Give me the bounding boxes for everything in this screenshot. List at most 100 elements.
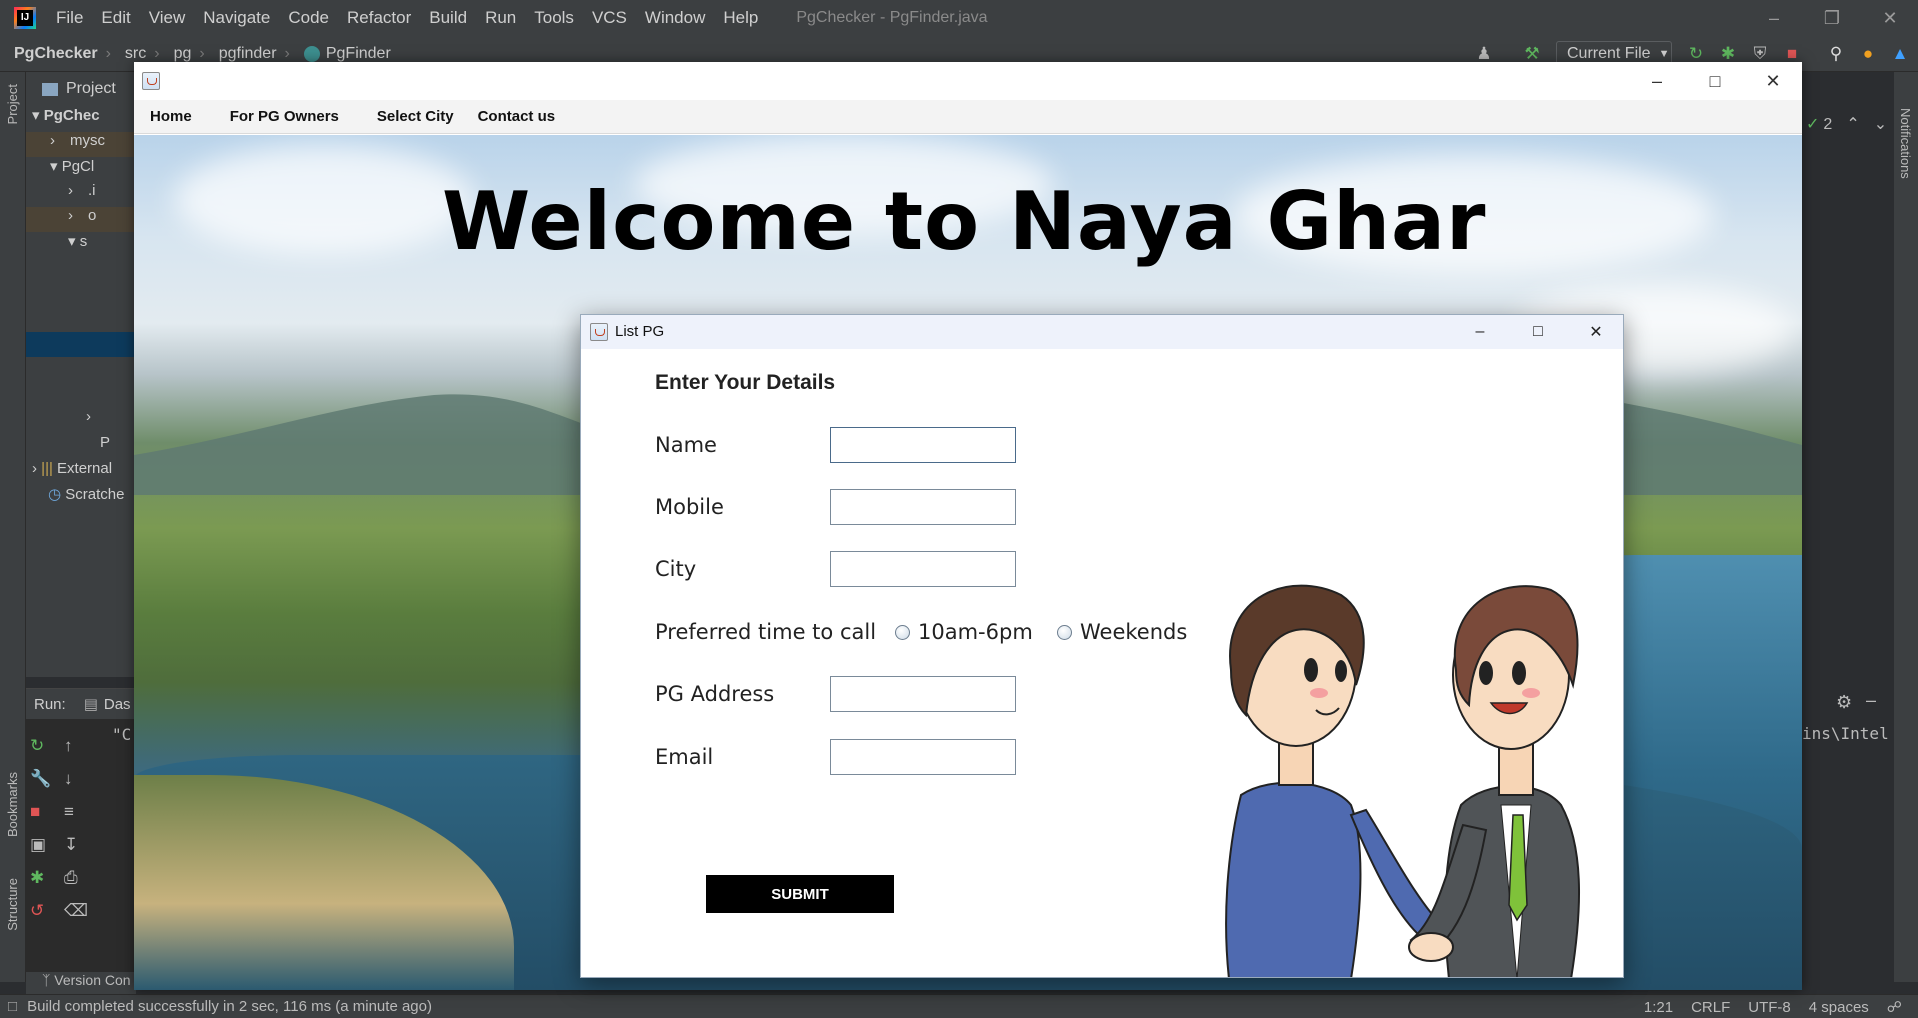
app-menu-home[interactable]: Home — [150, 108, 192, 125]
hammer-icon[interactable]: ⚒ — [1522, 44, 1542, 64]
debug-icon[interactable]: ✱ — [1718, 44, 1738, 64]
project-panel-title[interactable]: Project — [66, 80, 116, 98]
rerun-icon[interactable]: ↻ — [30, 729, 56, 762]
menu-tools[interactable]: Tools — [534, 8, 574, 28]
indent-setting[interactable]: 4 spaces — [1809, 999, 1869, 1016]
app-minimize-button[interactable]: – — [1628, 62, 1686, 100]
menu-edit[interactable]: Edit — [101, 8, 130, 28]
notifications-tool-tab[interactable]: Notifications — [1898, 108, 1913, 179]
bookmarks-tool-tab[interactable]: Bookmarks — [5, 772, 20, 837]
intellij-logo-icon — [14, 7, 36, 29]
lock-icon[interactable]: ☍ — [1887, 998, 1902, 1016]
tree-item[interactable]: ▾ PgCl — [26, 157, 136, 182]
ide-restore-button[interactable]: ❐ — [1802, 0, 1862, 36]
tree-item-label: mysc — [70, 132, 105, 149]
tree-item[interactable]: › .i — [26, 182, 136, 207]
dialog-minimize-button[interactable]: – — [1451, 315, 1509, 349]
menu-vcs[interactable]: VCS — [592, 8, 627, 28]
menu-refactor[interactable]: Refactor — [347, 8, 411, 28]
run-tab[interactable]: Das — [104, 696, 131, 713]
search-icon[interactable]: ⚲ — [1826, 44, 1846, 64]
exit-icon[interactable]: ↺ — [30, 894, 56, 927]
project-tool-tab[interactable]: Project — [5, 84, 20, 124]
status-square-icon[interactable]: □ — [8, 998, 17, 1015]
menu-navigate[interactable]: Navigate — [203, 8, 270, 28]
menu-window[interactable]: Window — [645, 8, 705, 28]
chevron-down-icon[interactable]: ⌄ — [1874, 116, 1887, 133]
gear-icon[interactable]: ⚙ — [1836, 692, 1852, 713]
arrow-down-icon[interactable]: ↓ — [64, 762, 90, 795]
java-icon — [142, 72, 160, 90]
project-panel-header: Project — [26, 72, 136, 106]
city-input[interactable] — [830, 551, 1016, 587]
tree-item-label: PgCl — [61, 158, 95, 175]
tree-item[interactable]: › — [26, 408, 136, 433]
structure-tool-tab[interactable]: Structure — [5, 878, 20, 931]
line-separator[interactable]: CRLF — [1691, 999, 1730, 1016]
breadcrumb-pg[interactable]: pg — [174, 45, 192, 63]
mobile-input[interactable] — [830, 489, 1016, 525]
app-menu-for-pg-owners[interactable]: For PG Owners — [230, 108, 339, 125]
update-icon[interactable]: ● — [1858, 44, 1878, 64]
stop-icon[interactable]: ■ — [1782, 44, 1802, 64]
menu-file[interactable]: File — [56, 8, 83, 28]
menu-build[interactable]: Build — [429, 8, 467, 28]
tree-item-selected[interactable] — [26, 332, 136, 357]
breadcrumb-src[interactable]: src — [125, 45, 146, 63]
coverage-icon[interactable]: ⛨ — [1750, 44, 1770, 64]
arrow-up-icon[interactable]: ↑ — [64, 729, 90, 762]
ide-menubar: File Edit View Navigate Code Refactor Bu… — [0, 0, 1918, 36]
minimize-panel-icon[interactable]: – — [1866, 690, 1876, 711]
submit-button[interactable]: SUBMIT — [706, 875, 894, 913]
ide-close-button[interactable]: ✕ — [1860, 0, 1918, 36]
app-titlebar: – □ ✕ — [134, 62, 1802, 100]
tree-item[interactable]: › o — [26, 207, 136, 232]
tree-item-scratches[interactable]: ◷ Scratche — [26, 485, 136, 510]
menu-code[interactable]: Code — [288, 8, 329, 28]
stop-icon[interactable]: ■ — [30, 795, 56, 828]
breadcrumb-project[interactable]: PgChecker — [14, 45, 98, 63]
city-label: City — [655, 557, 697, 581]
app-close-button[interactable]: ✕ — [1744, 62, 1802, 100]
app-menu-select-city[interactable]: Select City — [377, 108, 454, 125]
tree-item-external-libraries[interactable]: › ||| External — [26, 460, 136, 485]
status-message[interactable]: Build completed successfully in 2 sec, 1… — [27, 998, 432, 1015]
file-encoding[interactable]: UTF-8 — [1748, 999, 1791, 1016]
wrap-icon[interactable]: ≡ — [64, 795, 90, 828]
tree-item-root[interactable]: ▾ PgChec — [26, 106, 136, 131]
print-icon[interactable]: ⎙ — [64, 861, 90, 894]
caret-position[interactable]: 1:21 — [1644, 999, 1673, 1016]
breadcrumb-pgfinder[interactable]: pgfinder — [219, 45, 277, 63]
radio-10am-6pm[interactable]: 10am-6pm — [895, 620, 1033, 644]
dialog-maximize-button[interactable]: □ — [1509, 315, 1567, 349]
breadcrumb-class[interactable]: PgFinder — [303, 45, 391, 63]
tree-item[interactable]: ▾ s — [26, 232, 136, 257]
tree-item[interactable]: › mysc — [26, 132, 136, 157]
app-menu-contact-us[interactable]: Contact us — [478, 108, 556, 125]
tree-item-label: .i — [88, 182, 96, 199]
app-maximize-button[interactable]: □ — [1686, 62, 1744, 100]
menu-run[interactable]: Run — [485, 8, 516, 28]
user-icon[interactable]: ♟ — [1474, 44, 1494, 64]
radio-weekends[interactable]: Weekends — [1057, 620, 1187, 644]
pg-address-input[interactable] — [830, 676, 1016, 712]
run-panel: Run: ▤ Das ↻ 🔧 ■ ▣ ✱ ↺ ↑ ↓ ≡ ↧ ⎙ ⌫ "C — [26, 688, 136, 978]
tree-item[interactable]: P — [26, 434, 136, 459]
email-input[interactable] — [830, 739, 1016, 775]
problems-indicator[interactable]: ✓ 2 ⌃ ⌄ — [1806, 114, 1887, 134]
dialog-close-button[interactable]: ✕ — [1567, 315, 1623, 349]
problems-count: 2 — [1823, 116, 1833, 133]
chevron-up-icon[interactable]: ⌃ — [1846, 116, 1859, 133]
bug-icon[interactable]: ✱ — [30, 861, 56, 894]
ide-minimize-button[interactable]: – — [1744, 0, 1804, 36]
scroll-to-end-icon[interactable]: ↧ — [64, 828, 90, 861]
wrench-icon[interactable]: 🔧 — [30, 762, 56, 795]
trash-icon[interactable]: ⌫ — [64, 894, 90, 927]
name-input[interactable] — [830, 427, 1016, 463]
jetbrains-toolbox-icon[interactable]: ▲ — [1890, 44, 1910, 64]
menu-view[interactable]: View — [149, 8, 186, 28]
rerun-icon[interactable]: ↻ — [1686, 44, 1706, 64]
menu-help[interactable]: Help — [723, 8, 758, 28]
camera-icon[interactable]: ▣ — [30, 828, 56, 861]
version-control-tab[interactable]: ᛉ Version Con — [26, 972, 136, 994]
